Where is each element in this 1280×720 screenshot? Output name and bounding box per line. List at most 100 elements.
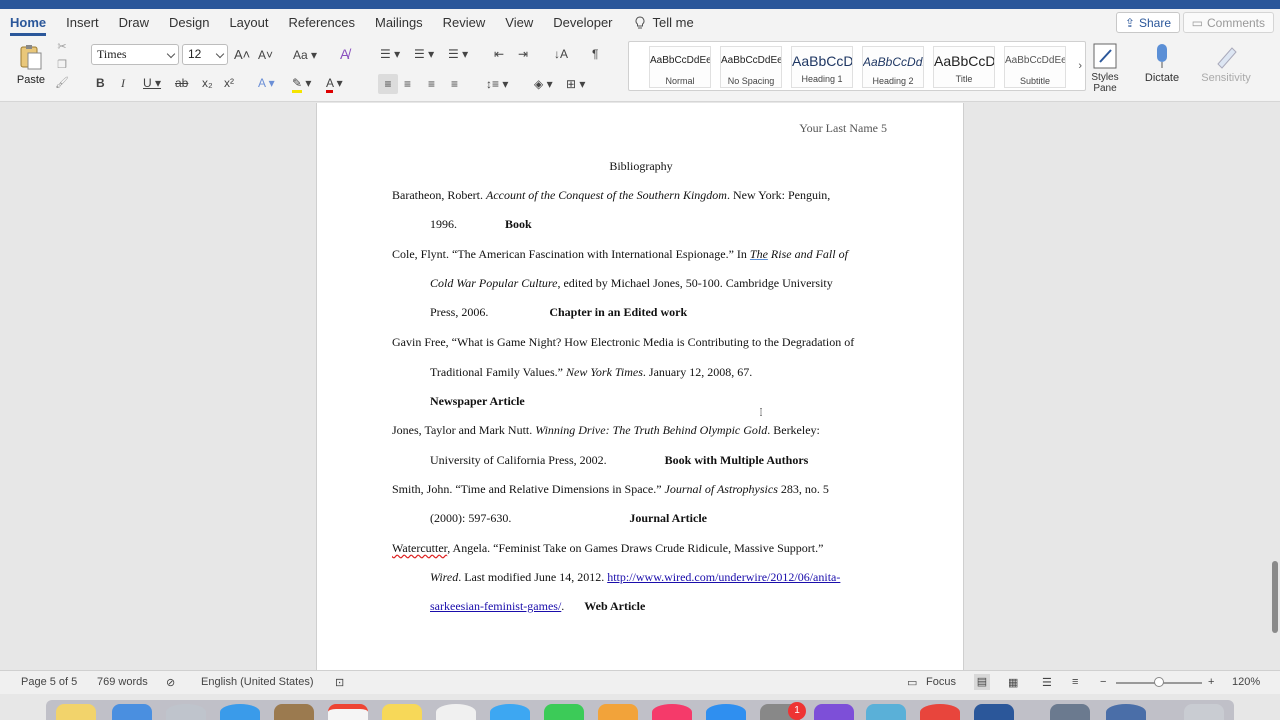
accessibility-icon[interactable]: ⊡ [335,676,344,689]
zoom-slider-thumb[interactable] [1154,677,1164,687]
word-count[interactable]: 769 words [97,676,148,688]
stickies-app-icon[interactable] [382,704,422,720]
copy-icon[interactable]: ❐ [55,58,69,72]
screen-time-icon[interactable] [1106,704,1146,720]
print-layout-icon[interactable]: ▤ [974,674,990,690]
tab-layout[interactable]: Layout [219,9,278,36]
font-name-select[interactable]: Times [91,44,179,65]
sort-icon[interactable]: ↓A [554,46,568,62]
dictate-button[interactable]: Dictate [1140,42,1184,84]
style-normal[interactable]: AaBbCcDdEe Normal [649,46,711,88]
multilevel-list-icon[interactable]: ☰ ▾ [448,46,468,62]
word-app-icon[interactable] [974,704,1014,720]
zoom-out-icon[interactable]: − [1100,676,1106,688]
cut-icon[interactable]: ✂ [55,40,69,54]
style-sample: AaBbCcDdEe [721,55,781,66]
highlight-icon[interactable]: ✎ ▾ [292,75,311,93]
contacts-app-icon[interactable] [274,704,314,720]
calendar-app-icon[interactable] [328,704,368,720]
line-spacing-icon[interactable]: ↕≡ ▾ [486,76,508,92]
show-paragraph-marks-icon[interactable]: ¶ [592,46,598,62]
clipboard-icon [20,45,42,70]
messages-app-icon[interactable] [490,704,530,720]
vertical-scrollbar[interactable] [1270,103,1280,670]
tell-me-label: Tell me [652,15,694,30]
style-subtitle[interactable]: AaBbCcDdEe Subtitle [1004,46,1066,88]
strikethrough-icon[interactable]: ab [175,75,188,91]
documents-folder-icon[interactable] [1050,704,1090,720]
decrease-indent-icon[interactable]: ⇤ [494,46,504,62]
language-indicator[interactable]: English (United States) [201,676,314,688]
tab-developer[interactable]: Developer [543,9,622,36]
change-case-icon[interactable]: Aa ▾ [293,47,317,63]
trash-icon[interactable] [1184,704,1224,720]
tab-home[interactable]: Home [0,9,56,36]
focus-button[interactable]: Focus [926,676,956,688]
tab-mailings[interactable]: Mailings [365,9,433,36]
tab-insert[interactable]: Insert [56,9,109,36]
align-right-icon[interactable]: ≡ [428,76,435,92]
outline-view-icon[interactable]: ☰ [1042,676,1052,689]
font-color-icon[interactable]: A ▾ [326,75,343,93]
launchpad-app-icon[interactable] [166,704,206,720]
safari-app-icon[interactable] [220,704,260,720]
superscript-icon[interactable]: x² [224,75,234,91]
finder-app-icon[interactable] [112,704,152,720]
text-effects-icon[interactable]: A ▾ [258,75,275,91]
align-left-icon[interactable]: ≡ [378,74,398,94]
shrink-font-icon[interactable]: A˅ [258,47,273,63]
notes-app-icon[interactable] [56,704,96,720]
borders-icon[interactable]: ⊞ ▾ [566,76,585,92]
justify-icon[interactable]: ≡ [451,76,458,92]
page-indicator[interactable]: Page 5 of 5 [21,676,77,688]
music-app-icon[interactable] [652,704,692,720]
chevron-right-icon[interactable]: › [1078,60,1082,72]
share-button[interactable]: ⇪ Share [1115,12,1180,33]
underline-icon[interactable]: U ▾ [143,75,161,91]
bullets-icon[interactable]: ☰ ▾ [380,46,400,62]
document-page[interactable]: Your Last Name 5 Bibliography Baratheon,… [316,103,964,670]
web-layout-icon[interactable]: ▦ [1008,676,1018,689]
paste-button[interactable]: Paste [10,42,52,92]
bold-icon[interactable]: B [96,75,105,91]
italic-icon[interactable]: I [121,75,125,91]
style-no-spacing[interactable]: AaBbCcDdEe No Spacing [720,46,782,88]
style-heading-2[interactable]: AaBbCcDdE Heading 2 [862,46,924,88]
grow-font-icon[interactable]: A˄ [234,47,250,63]
preview-app-icon[interactable] [866,704,906,720]
style-heading-1[interactable]: AaBbCcDc Heading 1 [791,46,853,88]
comments-button[interactable]: ▭ Comments [1182,12,1274,33]
clear-formatting-icon[interactable]: A̸ [340,46,349,62]
shading-icon[interactable]: ◈ ▾ [534,76,553,92]
photos-app-icon[interactable] [436,704,476,720]
sensitivity-button[interactable]: Sensitivity [1198,42,1254,84]
font-size-select[interactable]: 12 [182,44,228,65]
increase-indent-icon[interactable]: ⇥ [518,46,528,62]
imovie-app-icon[interactable] [814,704,854,720]
align-center-icon[interactable]: ≡ [404,76,411,92]
zoom-in-icon[interactable]: + [1208,676,1214,688]
styles-pane-button[interactable]: Styles Pane [1088,42,1122,94]
tab-review[interactable]: Review [433,9,496,36]
subscript-icon[interactable]: x₂ [202,75,213,91]
draft-view-icon[interactable]: ≡ [1072,676,1078,688]
facetime-app-icon[interactable] [544,704,584,720]
scrollbar-thumb[interactable] [1272,561,1278,633]
app-store-icon[interactable] [706,704,746,720]
styles-pane-label: Styles Pane [1091,72,1119,94]
style-sample: AaBbCcDc [934,53,994,69]
tell-me-search[interactable]: Tell me [623,9,704,36]
hyperlink[interactable]: sarkeesian-feminist-games/ [430,599,561,613]
zoom-percent[interactable]: 120% [1232,676,1260,688]
tab-references[interactable]: References [279,9,365,36]
pages-app-icon[interactable] [598,704,638,720]
tab-draw[interactable]: Draw [109,9,159,36]
style-title[interactable]: AaBbCcDc Title [933,46,995,88]
tab-view[interactable]: View [495,9,543,36]
tab-design[interactable]: Design [159,9,219,36]
proofing-icon[interactable]: ⊘ [166,676,175,689]
numbering-icon[interactable]: ☰ ▾ [414,46,434,62]
hyperlink[interactable]: http://www.wired.com/underwire/2012/06/a… [607,570,840,584]
format-painter-icon[interactable]: 🖌 [55,76,69,90]
chrome-app-icon[interactable] [920,704,960,720]
